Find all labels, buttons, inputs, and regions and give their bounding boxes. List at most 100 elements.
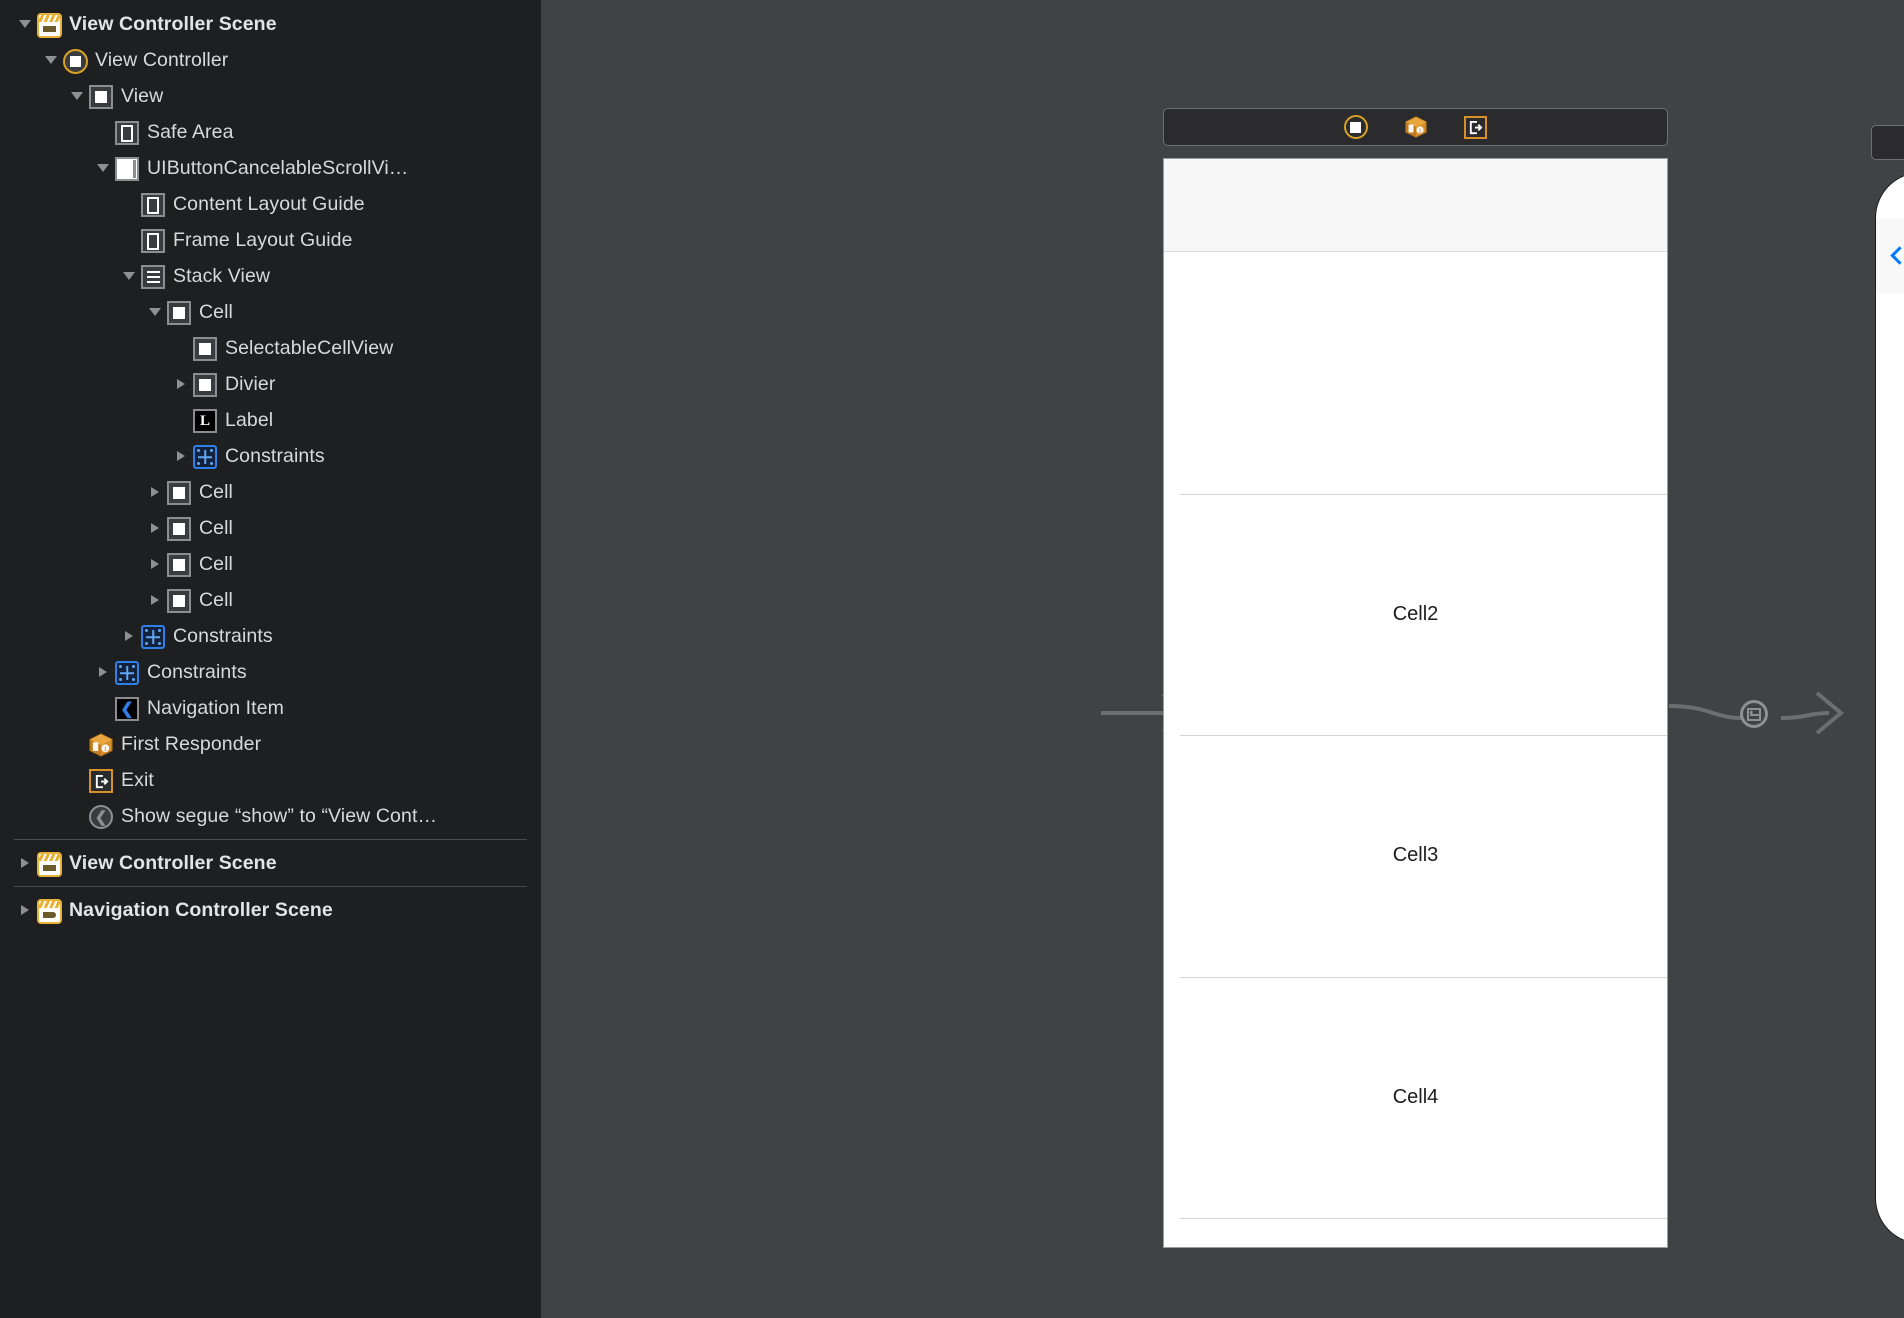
outline-row-label: SelectableCellView bbox=[225, 336, 394, 359]
scene2-title-plate[interactable]: View Controller bbox=[1871, 125, 1904, 160]
view-icon bbox=[192, 371, 218, 397]
scene-icon bbox=[36, 850, 62, 877]
cell-label: Cell2 bbox=[1392, 602, 1439, 625]
outline-row-label: Cell bbox=[199, 552, 233, 575]
outline-row-label: Show segue “show” to “View Cont… bbox=[121, 804, 438, 827]
disclosure-triangle[interactable] bbox=[14, 845, 36, 881]
constraints-icon bbox=[140, 623, 166, 649]
outline-row-label: Content Layout Guide bbox=[173, 192, 365, 215]
svg-text:1: 1 bbox=[104, 747, 107, 753]
cell[interactable] bbox=[1164, 252, 1667, 494]
outline-row-label: Safe Area bbox=[147, 120, 234, 143]
outline-row[interactable]: Constraints bbox=[0, 654, 541, 690]
view-icon bbox=[166, 479, 192, 505]
outline-divider-2 bbox=[14, 886, 527, 887]
disclosure-triangle[interactable] bbox=[170, 366, 192, 402]
dock-exit-icon[interactable] bbox=[1463, 114, 1489, 140]
nav-scene-icon bbox=[36, 897, 62, 924]
outline-row[interactable]: Frame Layout Guide bbox=[0, 222, 541, 258]
segue-badge-icon[interactable] bbox=[1740, 700, 1768, 728]
disclosure-triangle[interactable] bbox=[40, 42, 62, 78]
disclosure-triangle[interactable] bbox=[92, 150, 114, 186]
outline-row[interactable]: View Controller Scene bbox=[0, 6, 541, 42]
outline-row[interactable]: Cell bbox=[0, 546, 541, 582]
disclosure-triangle[interactable] bbox=[14, 6, 36, 42]
outline-row-label: Cell bbox=[199, 588, 233, 611]
outline-row[interactable]: 1 First Responder bbox=[0, 726, 541, 762]
constraints-icon bbox=[114, 659, 140, 685]
outline-row-label: Navigation Item bbox=[147, 696, 284, 719]
disclosure-triangle[interactable] bbox=[92, 654, 114, 690]
outline-row[interactable]: View Controller Scene bbox=[0, 845, 541, 881]
outline-row-label: Divier bbox=[225, 372, 276, 395]
disclosure-triangle[interactable] bbox=[144, 546, 166, 582]
outline-row[interactable]: View bbox=[0, 78, 541, 114]
outline-row-label: Constraints bbox=[225, 444, 325, 467]
label-icon: L bbox=[192, 407, 218, 433]
outline-row[interactable]: UIButtonCancelableScrollVi… bbox=[0, 150, 541, 186]
disclosure-triangle[interactable] bbox=[144, 474, 166, 510]
outline-row[interactable]: Constraints bbox=[0, 618, 541, 654]
stack-view-icon bbox=[140, 263, 166, 289]
disclosure-triangle[interactable] bbox=[144, 510, 166, 546]
disclosure-triangle[interactable] bbox=[118, 258, 140, 294]
outline-row[interactable]: Cell bbox=[0, 510, 541, 546]
outline-row[interactable]: Navigation Controller Scene bbox=[0, 892, 541, 928]
outline-row[interactable]: Stack View bbox=[0, 258, 541, 294]
dock-first-responder-icon[interactable]: 1 bbox=[1403, 114, 1429, 140]
outline-row-label: Exit bbox=[121, 768, 154, 791]
outline-row[interactable]: ❮ Navigation Item bbox=[0, 690, 541, 726]
outline-row-label: First Responder bbox=[121, 732, 262, 755]
cell[interactable]: Cell2 bbox=[1164, 494, 1667, 736]
navigation-item-icon: ❮ bbox=[114, 695, 140, 721]
segue-connector[interactable] bbox=[1668, 680, 1869, 750]
scene2-phone-frame[interactable]: Back bbox=[1875, 172, 1904, 1244]
disclosure-triangle[interactable] bbox=[118, 618, 140, 654]
outline-row-label: Frame Layout Guide bbox=[173, 228, 353, 251]
scene1-device-frame[interactable]: Cell2Cell3Cell4Cell5 bbox=[1163, 158, 1668, 1248]
outline-row[interactable]: Content Layout Guide bbox=[0, 186, 541, 222]
disclosure-triangle[interactable] bbox=[66, 78, 88, 114]
storyboard-canvas[interactable]: 1 Cell2 Cell3 Cell4 Cell5 View Controller bbox=[541, 0, 1904, 1318]
dock-view-controller-icon[interactable] bbox=[1343, 114, 1369, 140]
outline-row-label: View Controller bbox=[95, 48, 229, 71]
back-button[interactable]: Back bbox=[1890, 243, 1904, 269]
outline-row-label: Constraints bbox=[147, 660, 247, 683]
outline-row[interactable]: Cell bbox=[0, 294, 541, 330]
outline-row[interactable]: Exit bbox=[0, 762, 541, 798]
outline-row[interactable]: Safe Area bbox=[0, 114, 541, 150]
view-icon bbox=[192, 335, 218, 361]
outline-row-label: Cell bbox=[199, 516, 233, 539]
outline-row[interactable]: Cell bbox=[0, 474, 541, 510]
layout-guide-icon bbox=[140, 191, 166, 217]
outline-divider bbox=[14, 839, 527, 840]
disclosure-triangle[interactable] bbox=[14, 892, 36, 928]
first-responder-icon: 1 bbox=[88, 731, 114, 757]
outline-row-label: UIButtonCancelableScrollVi… bbox=[147, 156, 409, 179]
outline-row-label: Navigation Controller Scene bbox=[69, 898, 333, 921]
outline-row[interactable]: Cell bbox=[0, 582, 541, 618]
disclosure-triangle[interactable] bbox=[170, 438, 192, 474]
disclosure-triangle[interactable] bbox=[144, 582, 166, 618]
outline-row[interactable]: View Controller bbox=[0, 42, 541, 78]
outline-row-label: Cell bbox=[199, 300, 233, 323]
outline-row[interactable]: L Label bbox=[0, 402, 541, 438]
cell[interactable]: Cell5 bbox=[1164, 1218, 1667, 1318]
cell[interactable]: Cell3 bbox=[1164, 735, 1667, 977]
outline-row[interactable]: Divier bbox=[0, 366, 541, 402]
outline-row[interactable]: SelectableCellView bbox=[0, 330, 541, 366]
outline-row[interactable]: Constraints bbox=[0, 438, 541, 474]
scene-icon bbox=[36, 11, 62, 38]
disclosure-triangle[interactable] bbox=[144, 294, 166, 330]
document-outline-panel[interactable]: View Controller Scene View Controller View… bbox=[0, 0, 541, 1318]
outline-row[interactable]: ❮ Show segue “show” to “View Cont… bbox=[0, 798, 541, 834]
scene1-dock[interactable]: 1 bbox=[1163, 108, 1668, 146]
cell[interactable]: Cell4 bbox=[1164, 977, 1667, 1219]
view-icon bbox=[166, 515, 192, 541]
scene1-status-header bbox=[1164, 159, 1667, 252]
